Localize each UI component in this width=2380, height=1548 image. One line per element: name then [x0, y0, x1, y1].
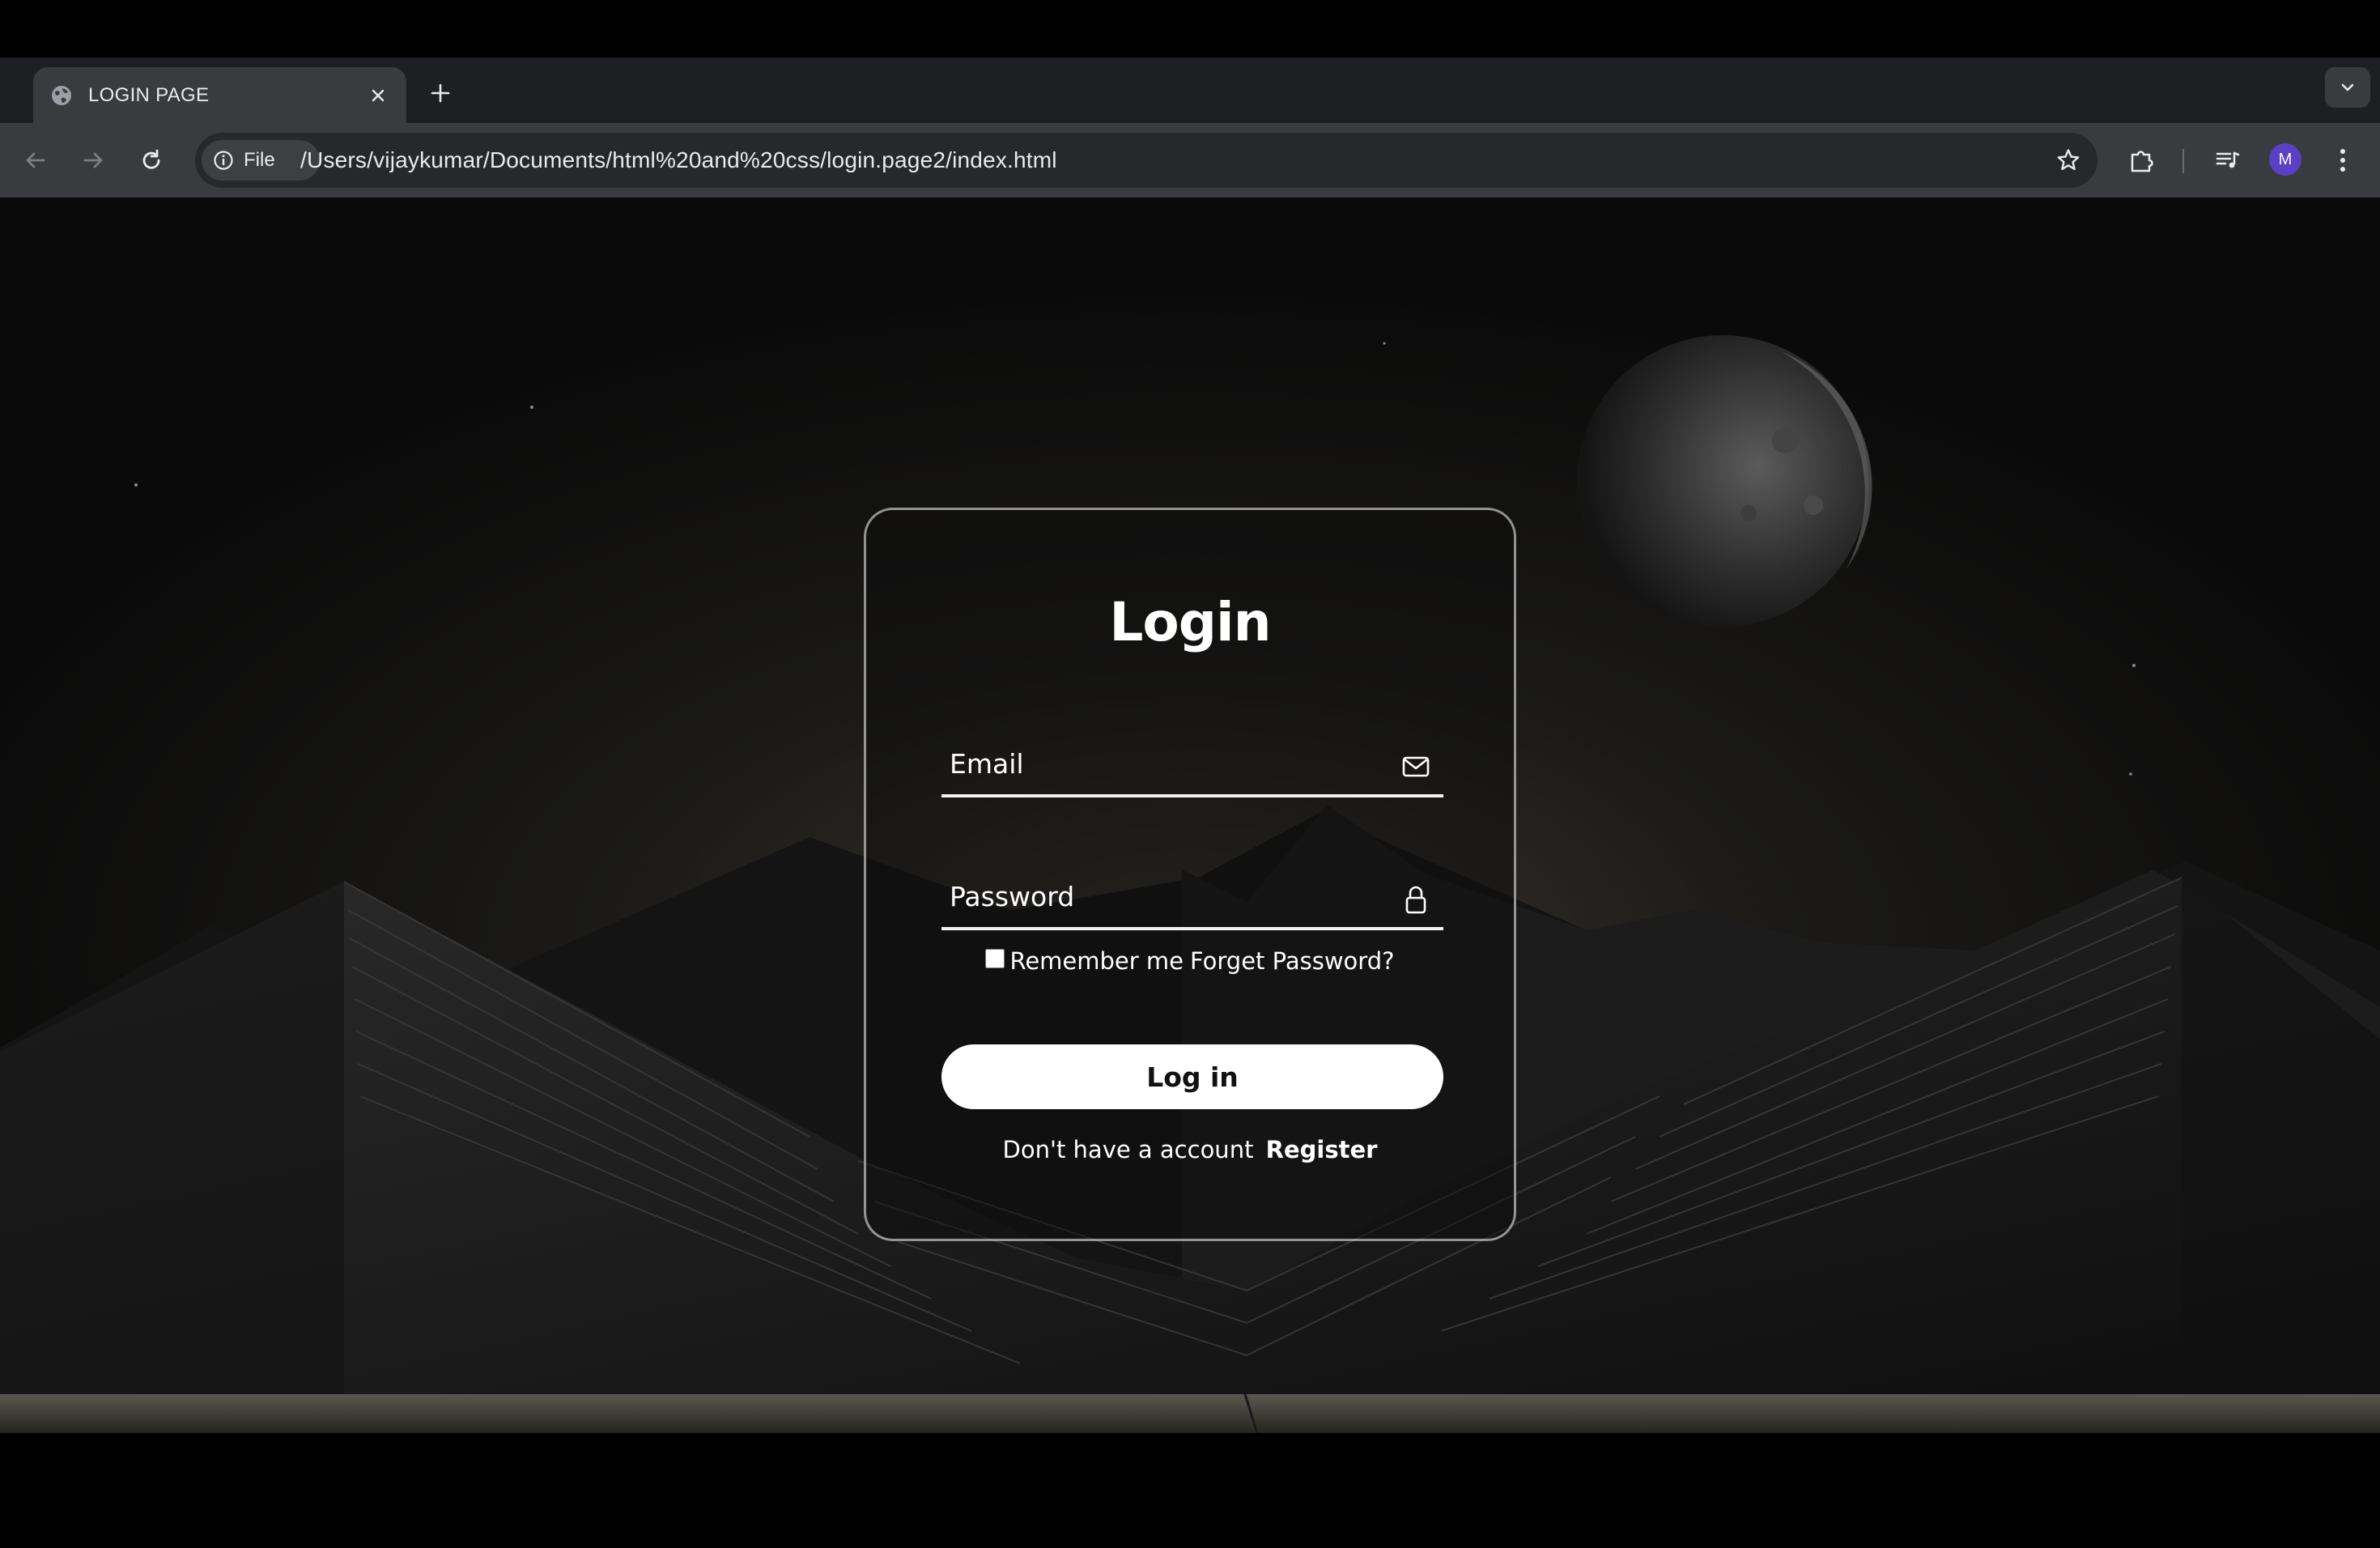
browser-tab[interactable]: LOGIN PAGE — [33, 67, 406, 123]
login-button[interactable]: Log in — [941, 1044, 1443, 1109]
browser-menu-button[interactable] — [2323, 141, 2362, 180]
reload-icon — [142, 149, 160, 169]
site-info-label: File — [244, 149, 275, 171]
arrow-right-icon — [83, 152, 103, 168]
email-field — [941, 733, 1443, 797]
tab-search-button[interactable] — [2325, 67, 2370, 108]
login-card: Login Remember me Forget Password? Log i… — [864, 508, 1516, 1241]
remember-label[interactable]: Remember me — [1009, 947, 1184, 975]
tab-strip: LOGIN PAGE — [0, 57, 2380, 123]
register-row: Don't have a account Register — [866, 1136, 1514, 1163]
extensions-button[interactable] — [2123, 141, 2161, 180]
info-icon — [214, 151, 233, 170]
profile-avatar[interactable]: M — [2269, 143, 2301, 176]
password-input[interactable] — [941, 865, 1395, 927]
page-viewport: Login Remember me Forget Password? Log i… — [0, 198, 2380, 1433]
remember-checkbox[interactable] — [985, 949, 1005, 968]
screen: LOGIN PAGE File /Users/vijaykumar/Docume… — [0, 0, 2380, 1548]
reload-button[interactable] — [130, 139, 172, 181]
forward-button[interactable] — [72, 139, 114, 181]
login-title: Login — [1109, 591, 1271, 653]
mail-icon — [1400, 751, 1432, 783]
bookmark-star-icon[interactable] — [2054, 146, 2083, 175]
media-control-button[interactable] — [2208, 141, 2247, 180]
chevron-down-icon — [2341, 83, 2354, 91]
browser-toolbar: File /Users/vijaykumar/Documents/html%20… — [0, 123, 2380, 198]
back-button[interactable] — [15, 139, 57, 181]
password-field — [941, 865, 1443, 930]
register-prompt: Don't have a account — [1002, 1136, 1254, 1163]
toolbar-separator — [2182, 149, 2184, 173]
more-vertical-icon — [2340, 149, 2345, 172]
remember-row: Remember me Forget Password? — [866, 947, 1514, 975]
tab-title: LOGIN PAGE — [88, 83, 210, 106]
arrow-left-icon — [26, 152, 45, 168]
url-text[interactable]: /Users/vijaykumar/Documents/html%20and%2… — [300, 147, 1057, 173]
playlist-music-icon — [2216, 151, 2240, 168]
new-tab-button[interactable] — [424, 77, 457, 109]
globe-icon — [49, 83, 74, 108]
address-bar[interactable]: File /Users/vijaykumar/Documents/html%20… — [195, 133, 2097, 188]
floor-strip — [0, 1394, 2380, 1433]
forgot-password-link[interactable]: Forget Password? — [1190, 947, 1395, 975]
email-input[interactable] — [941, 733, 1395, 794]
puzzle-icon — [2131, 151, 2153, 172]
register-link[interactable]: Register — [1266, 1136, 1378, 1163]
lock-icon — [1400, 883, 1432, 916]
close-tab-icon[interactable] — [366, 83, 390, 108]
